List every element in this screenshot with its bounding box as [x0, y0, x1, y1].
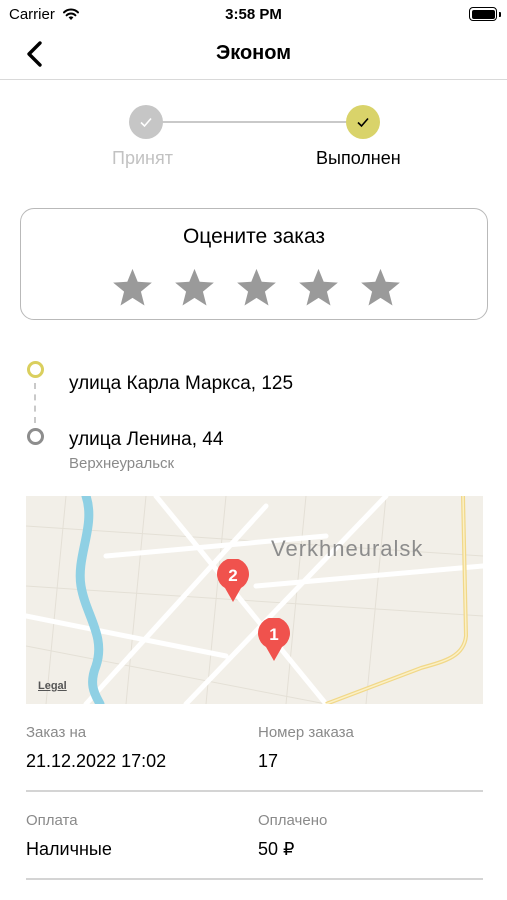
payment-label: Оплата [26, 812, 78, 829]
rating-title: Оцените заказ [182, 225, 326, 248]
check-icon [357, 117, 369, 128]
paid-label: Оплачено [258, 812, 328, 829]
status-bar: Carrier 3:58 PM [0, 0, 507, 28]
origin-address: улица Карла Маркса, 125 [69, 373, 294, 394]
route-section: улица Карла Маркса, 125 улица Ленина, 44… [0, 352, 507, 482]
order-progress: Принят Выполнен [0, 102, 507, 172]
order-date-value: 21.12.2022 17:02 [26, 751, 167, 771]
step-completed-indicator [346, 105, 380, 139]
step-accepted-indicator [129, 105, 163, 139]
star-rating [111, 267, 402, 309]
destination-address: улица Ленина, 44 [69, 429, 224, 450]
order-number-label: Номер заказа [258, 724, 354, 741]
destination-city: Верхнеуральск [69, 455, 175, 472]
step-accepted-label: Принят [112, 148, 173, 168]
origin-dot-icon [27, 361, 44, 378]
payment-value: Наличные [26, 839, 112, 859]
details-divider [26, 790, 483, 792]
map-pin-2-icon[interactable]: 2 [216, 559, 250, 603]
status-time: 3:58 PM [225, 6, 282, 23]
map-legal-link[interactable]: Legal [38, 680, 67, 692]
star-1-icon[interactable] [111, 267, 154, 309]
progress-line [146, 121, 363, 123]
map-city-label: Verkhneuralsk [271, 536, 424, 561]
order-number-value: 17 [258, 751, 279, 771]
page-title: Эконом [215, 42, 292, 64]
star-4-icon[interactable] [297, 267, 340, 309]
destination-dot-icon [27, 428, 44, 445]
battery-tip [499, 12, 501, 17]
star-2-icon[interactable] [173, 267, 216, 309]
details-divider [26, 878, 483, 880]
star-3-icon[interactable] [235, 267, 278, 309]
star-5-icon[interactable] [359, 267, 402, 309]
map-pin-2-label: 2 [228, 566, 238, 585]
route-map[interactable]: Verkhneuralsk Legal 2 1 [26, 496, 483, 704]
map-pin-1-icon[interactable]: 1 [257, 618, 291, 662]
route-connector [34, 383, 36, 423]
battery-icon [469, 7, 497, 21]
check-icon [140, 117, 152, 128]
step-completed-label: Выполнен [316, 148, 401, 168]
order-date-label: Заказ на [26, 724, 87, 741]
paid-value: 50 ₽ [258, 839, 295, 859]
nav-bar: Эконом [0, 28, 507, 80]
map-pin-1-label: 1 [269, 625, 279, 644]
rating-card: Оцените заказ [20, 208, 488, 320]
map-background [26, 496, 483, 704]
